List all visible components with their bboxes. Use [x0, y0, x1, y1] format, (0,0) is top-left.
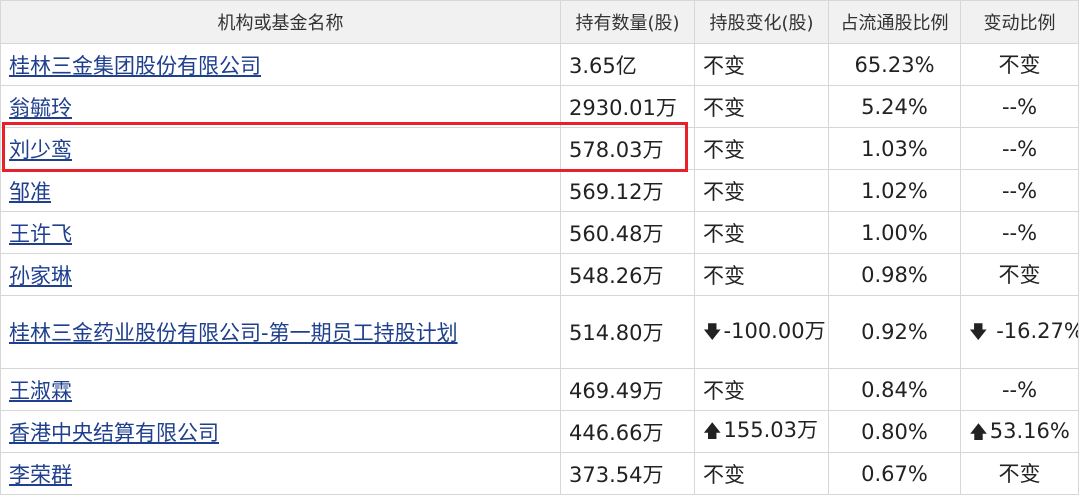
change-rate: --%: [1001, 377, 1038, 402]
holder-name-link[interactable]: 翁毓玲: [9, 96, 72, 120]
holding-quantity: 469.49万: [560, 368, 695, 411]
table-row: 翁毓玲 2930.01万 不变 5.24% --%: [0, 85, 1079, 128]
table-row: 王淑霖 469.49万 不变 0.84% --%: [0, 368, 1079, 411]
holding-change: 不变: [703, 179, 745, 204]
holding-quantity: 2930.01万: [560, 85, 695, 128]
float-share-ratio: 65.23%: [828, 43, 961, 86]
float-share-ratio: 0.80%: [828, 410, 961, 453]
holding-change: 不变: [703, 378, 745, 403]
holding-quantity: 560.48万: [560, 211, 695, 254]
holder-name-link[interactable]: 桂林三金集团股份有限公司: [9, 54, 261, 78]
change-rate: 53.16%: [989, 418, 1070, 443]
change-rate: 不变: [998, 52, 1041, 77]
holding-change: 不变: [703, 221, 745, 246]
float-share-ratio: 1.02%: [828, 169, 961, 212]
float-share-ratio: 0.98%: [828, 253, 961, 296]
float-share-ratio: 5.24%: [828, 85, 961, 128]
down-arrow-icon: 🡇: [969, 322, 988, 343]
table-row: 孙家琳 548.26万 不变 0.98% 不变: [0, 253, 1079, 296]
change-rate: 不变: [998, 461, 1041, 486]
holder-name-link[interactable]: 香港中央结算有限公司: [9, 421, 219, 445]
up-arrow-icon: 🡅: [703, 421, 722, 442]
table-row: 桂林三金集团股份有限公司 3.65亿 不变 65.23% 不变: [0, 43, 1079, 86]
holding-change: 不变: [703, 95, 745, 120]
float-share-ratio: 0.92%: [828, 295, 961, 369]
holding-change: 不变: [703, 263, 745, 288]
column-header-name[interactable]: 机构或基金名称: [0, 0, 561, 44]
holding-change: 155.03万: [723, 418, 818, 442]
column-header-change[interactable]: 持股变化(股): [694, 0, 829, 44]
change-rate: -16.27%: [996, 319, 1079, 343]
column-header-ratio[interactable]: 占流通股比例: [828, 0, 961, 44]
holding-quantity: 3.65亿: [560, 43, 695, 86]
float-share-ratio: 1.00%: [828, 211, 961, 254]
holding-change: -100.00万: [723, 318, 826, 343]
holding-change: 不变: [703, 53, 745, 78]
column-header-quantity[interactable]: 持有数量(股): [560, 0, 695, 44]
holder-name-link[interactable]: 孙家琳: [9, 264, 72, 288]
holder-name-link[interactable]: 桂林三金药业股份有限公司-第一期员工持股计划: [9, 321, 458, 345]
up-arrow-icon: 🡅: [969, 421, 988, 443]
holder-name-link[interactable]: 王许飞: [9, 222, 72, 246]
holding-quantity: 548.26万: [560, 253, 695, 296]
shareholder-table: 机构或基金名称 持有数量(股) 持股变化(股) 占流通股比例 变动比例 桂林三金…: [0, 0, 1079, 495]
change-rate: --%: [1001, 178, 1038, 203]
holder-name-link[interactable]: 王淑霖: [9, 379, 72, 403]
table-row: 香港中央结算有限公司 446.66万 🡅155.03万 0.80% 🡅53.16…: [0, 410, 1079, 453]
holding-quantity: 578.03万: [560, 127, 695, 170]
holding-quantity: 514.80万: [560, 295, 695, 369]
column-header-change-rate[interactable]: 变动比例: [960, 0, 1079, 44]
holding-change: 不变: [703, 462, 745, 487]
float-share-ratio: 0.84%: [828, 368, 961, 411]
table-header-row: 机构或基金名称 持有数量(股) 持股变化(股) 占流通股比例 变动比例: [0, 0, 1079, 44]
holding-quantity: 446.66万: [560, 410, 695, 453]
holder-name-link[interactable]: 邹准: [9, 180, 51, 204]
table-row: 桂林三金药业股份有限公司-第一期员工持股计划 514.80万 🡇-100.00万…: [0, 295, 1079, 369]
change-rate: --%: [1001, 94, 1038, 119]
holding-quantity: 373.54万: [560, 452, 695, 495]
down-arrow-icon: 🡇: [703, 321, 722, 343]
holder-name-link[interactable]: 李荣群: [9, 463, 72, 487]
holder-name-link[interactable]: 刘少鸾: [9, 138, 72, 162]
change-rate: 不变: [998, 262, 1041, 287]
table-row: 邹准 569.12万 不变 1.02% --%: [0, 169, 1079, 212]
holding-change: 不变: [703, 137, 745, 162]
float-share-ratio: 1.03%: [828, 127, 961, 170]
table-row: 王许飞 560.48万 不变 1.00% --%: [0, 211, 1079, 254]
float-share-ratio: 0.67%: [828, 452, 961, 495]
change-rate: --%: [1001, 220, 1038, 245]
table-row: 李荣群 373.54万 不变 0.67% 不变: [0, 452, 1079, 495]
holding-quantity: 569.12万: [560, 169, 695, 212]
table-row: 刘少鸾 578.03万 不变 1.03% --%: [0, 127, 1079, 170]
change-rate: --%: [1001, 136, 1038, 161]
